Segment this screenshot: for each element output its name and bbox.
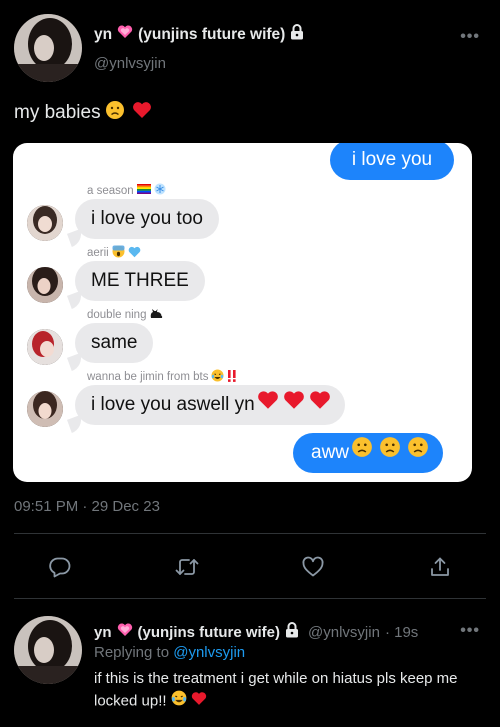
incoming-message-text: i love you too xyxy=(91,208,203,229)
incoming-message-text: i love you aswell yn xyxy=(91,394,255,415)
handle[interactable]: @ynlvsyjin xyxy=(308,624,380,641)
author-name-row[interactable]: yn (yunjins future wife) @ynlvsyjin · 19… xyxy=(94,622,418,642)
screaming-face-icon xyxy=(112,245,125,261)
display-name[interactable]: yn xyxy=(94,26,112,44)
display-name-suffix[interactable]: (yunjins future wife) xyxy=(138,26,285,44)
reply-tweet[interactable]: yn (yunjins future wife) @ynlvsyjin · 19… xyxy=(14,612,486,722)
outgoing-message-text: i love you xyxy=(351,149,433,170)
snowflake-icon xyxy=(154,183,166,198)
divider xyxy=(14,598,486,599)
tweet-age[interactable]: · 19s xyxy=(385,624,418,641)
frowning-face-emoji-icon xyxy=(379,433,401,473)
tears-of-joy-icon xyxy=(171,690,187,713)
heart-emoji-icon xyxy=(117,25,133,44)
incoming-message: ME THREE xyxy=(75,261,205,301)
more-icon[interactable]: ••• xyxy=(460,28,480,46)
replying-prefix: Replying to xyxy=(94,644,170,661)
sender-name-text: aerii xyxy=(87,247,109,259)
sender-name-text: wanna be jimin from bts xyxy=(87,371,209,383)
outgoing-message-text: aww xyxy=(311,442,350,463)
red-heart-emoji-icon xyxy=(257,385,279,425)
handle[interactable]: @ynlvsyjin xyxy=(94,55,166,72)
sender-avatar xyxy=(27,329,63,365)
author-name-row[interactable]: yn (yunjins future wife) xyxy=(94,24,304,45)
red-heart-emoji-icon xyxy=(283,385,305,425)
display-name-suffix[interactable]: (yunjins future wife) xyxy=(138,624,281,641)
tears-of-joy-icon xyxy=(211,369,224,385)
red-heart-emoji-icon xyxy=(191,691,207,713)
avatar[interactable] xyxy=(14,616,82,684)
more-icon[interactable]: ••• xyxy=(460,622,480,640)
sender-name: wanna be jimin from bts xyxy=(87,369,237,385)
incoming-message: i love you too xyxy=(75,199,219,239)
tweet-text-content: my babies xyxy=(14,102,101,123)
comment-icon[interactable] xyxy=(43,550,77,584)
red-heart-emoji-icon xyxy=(132,101,152,125)
display-name[interactable]: yn xyxy=(94,624,112,641)
tweet-text: my babies xyxy=(14,100,152,126)
rainbow-flag-icon xyxy=(136,184,151,197)
sender-name-text: a season xyxy=(87,184,134,197)
outgoing-message: i love you xyxy=(330,143,454,180)
tweet-action-bar xyxy=(0,550,500,584)
heart-emoji-icon xyxy=(117,623,133,641)
sender-name-text: double ning xyxy=(87,308,147,321)
share-icon[interactable] xyxy=(423,550,457,584)
sender-name: a season xyxy=(87,183,166,198)
frowning-face-emoji-icon xyxy=(105,100,125,126)
incoming-message-text: ME THREE xyxy=(91,270,189,291)
reply-text: if this is the treatment i get while on … xyxy=(94,668,486,713)
incoming-message: i love you aswell yn xyxy=(75,385,345,425)
avatar[interactable] xyxy=(14,14,82,82)
replying-to: Replying to @ynlvsyjin xyxy=(94,644,245,661)
lock-icon xyxy=(290,24,304,45)
lock-icon xyxy=(285,622,299,642)
chat-screenshot-image[interactable]: i love you a season i love you too aerii… xyxy=(13,143,472,482)
frowning-face-emoji-icon xyxy=(351,433,373,473)
heart-icon[interactable] xyxy=(296,550,330,584)
retweet-icon[interactable] xyxy=(170,550,204,584)
sender-avatar xyxy=(27,391,63,427)
sender-avatar xyxy=(27,267,63,303)
red-heart-emoji-icon xyxy=(309,385,331,425)
tweet-header: yn (yunjins future wife) @ynlvsyjin ••• xyxy=(14,14,486,84)
divider xyxy=(14,533,486,534)
sender-name: aerii xyxy=(87,245,141,261)
replying-to-link[interactable]: @ynlvsyjin xyxy=(173,644,245,661)
frowning-face-emoji-icon xyxy=(407,433,429,473)
sender-avatar xyxy=(27,205,63,241)
blue-heart-icon xyxy=(128,246,141,261)
outgoing-message: aww xyxy=(293,433,444,473)
incoming-message-text: same xyxy=(91,332,138,353)
tweet-timestamp[interactable]: 09:51 PM · 29 Dec 23 xyxy=(14,498,160,515)
reply-text-content: if this is the treatment i get while on … xyxy=(94,670,458,710)
sender-name: double ning xyxy=(87,307,163,322)
double-exclamation-icon xyxy=(227,369,237,385)
black-cat-icon xyxy=(149,307,163,322)
incoming-message: same xyxy=(75,323,154,363)
